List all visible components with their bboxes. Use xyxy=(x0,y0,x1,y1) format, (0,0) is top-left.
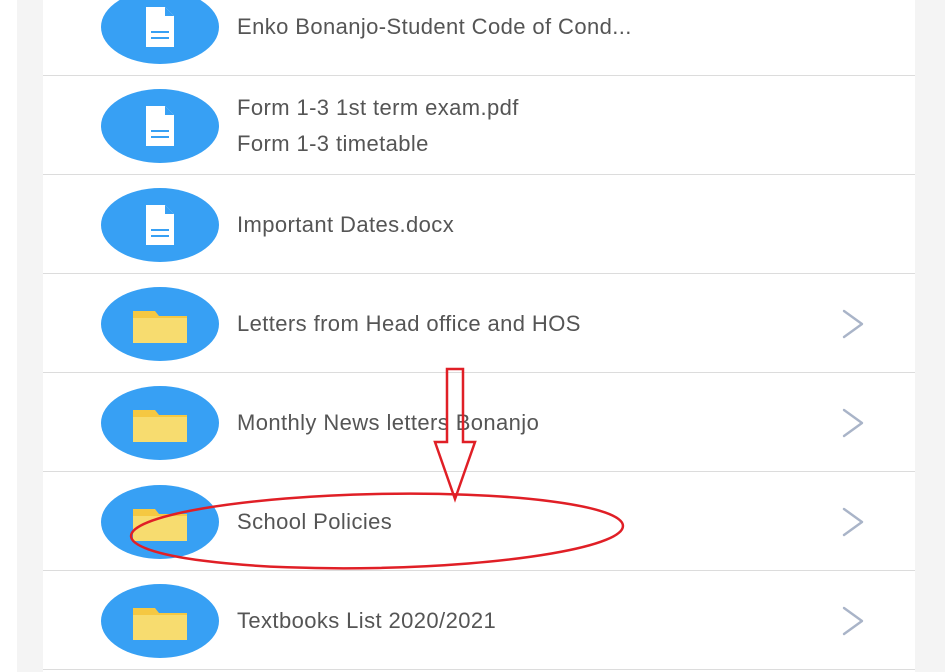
chevron-right-icon[interactable] xyxy=(838,604,868,638)
item-subtitle: Form 1-3 timetable xyxy=(237,130,429,156)
item-title: School Policies xyxy=(237,508,393,534)
item-icon-circle xyxy=(101,287,219,361)
list-item[interactable]: Textbooks List 2020/2021 xyxy=(43,571,915,670)
list-item[interactable]: School Policies xyxy=(43,472,915,571)
list-item[interactable]: Important Dates.docx xyxy=(43,175,915,274)
chevron-right-icon[interactable] xyxy=(838,505,868,539)
item-text: Monthly News letters Bonanjo xyxy=(237,373,827,472)
item-icon-circle xyxy=(101,386,219,460)
item-text: Enko Bonanjo-Student Code of Cond... xyxy=(237,0,827,76)
item-title: Form 1-3 1st term exam.pdf xyxy=(237,94,519,120)
item-title: Enko Bonanjo-Student Code of Cond... xyxy=(237,13,632,39)
chevron-right-icon[interactable] xyxy=(838,406,868,440)
chevron-right-icon[interactable] xyxy=(838,307,868,341)
item-title: Letters from Head office and HOS xyxy=(237,310,581,336)
item-icon-circle xyxy=(101,0,219,64)
item-text: Important Dates.docx xyxy=(237,175,827,274)
folder-icon xyxy=(133,311,187,343)
item-icon-circle xyxy=(101,485,219,559)
list-item[interactable]: Letters from Head office and HOS xyxy=(43,274,915,373)
item-title: Important Dates.docx xyxy=(237,211,455,237)
item-icon-circle xyxy=(101,188,219,262)
item-text: School Policies xyxy=(237,472,827,571)
list-item[interactable]: Enko Bonanjo-Student Code of Cond... xyxy=(43,0,915,76)
file-list: Enko Bonanjo-Student Code of Cond... For… xyxy=(43,0,915,672)
item-text: Letters from Head office and HOS xyxy=(237,274,827,373)
item-title: Textbooks List 2020/2021 xyxy=(237,607,497,633)
folder-icon xyxy=(133,509,187,541)
list-item[interactable]: Monthly News letters Bonanjo xyxy=(43,373,915,472)
item-text: Textbooks List 2020/2021 xyxy=(237,571,827,670)
item-text: Form 1-3 1st term exam.pdf Form 1-3 time… xyxy=(237,76,827,175)
document-icon xyxy=(146,7,174,47)
item-icon-circle xyxy=(101,584,219,658)
folder-icon xyxy=(133,410,187,442)
screenshot-stage: Enko Bonanjo-Student Code of Cond... For… xyxy=(0,0,945,672)
list-item[interactable]: Form 1-3 1st term exam.pdf Form 1-3 time… xyxy=(43,76,915,175)
document-icon xyxy=(146,106,174,146)
right-gutter xyxy=(915,0,945,672)
item-title: Monthly News letters Bonanjo xyxy=(237,409,540,435)
item-icon-circle xyxy=(101,89,219,163)
document-icon xyxy=(146,205,174,245)
left-edge-strip xyxy=(0,0,17,672)
folder-icon xyxy=(133,608,187,640)
left-gutter xyxy=(17,0,43,672)
